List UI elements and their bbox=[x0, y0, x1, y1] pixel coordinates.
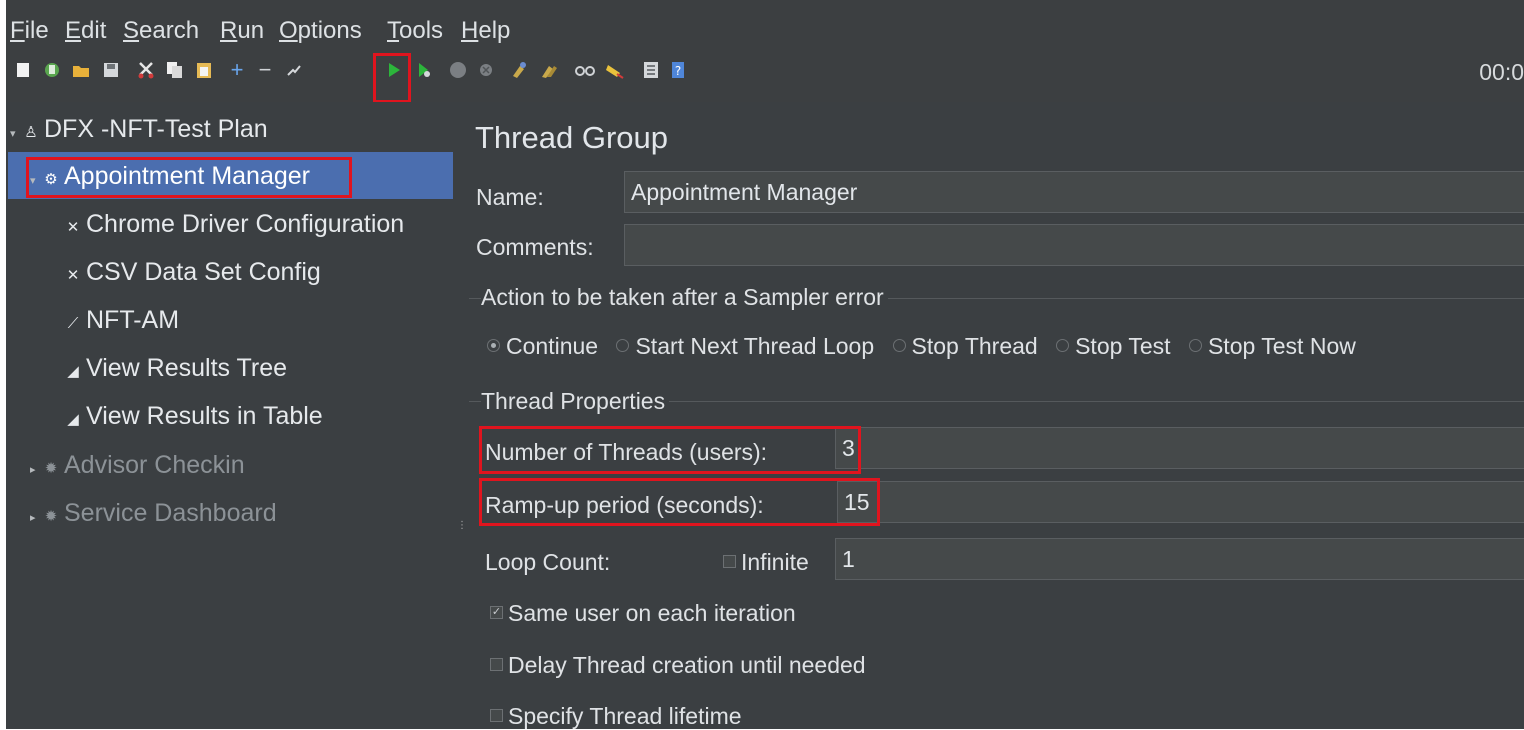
chart-icon: ◢ bbox=[67, 363, 79, 380]
loop-count-input[interactable]: 1 bbox=[835, 538, 1524, 580]
menu-bar: File Edit Search Run Options Tools Help bbox=[6, 0, 1524, 46]
wrench-icon: ✕ bbox=[66, 219, 80, 236]
panel-title: Thread Group bbox=[475, 120, 668, 155]
pencil-icon: ⟋ bbox=[67, 315, 79, 332]
error-action-radio-group: Continue Start Next Thread Loop Stop Thr… bbox=[487, 333, 1356, 360]
menu-edit[interactable]: Edit bbox=[65, 17, 106, 45]
expand-icon[interactable]: + bbox=[226, 59, 248, 81]
templates-icon[interactable] bbox=[41, 59, 63, 81]
flask-icon: ♙ bbox=[24, 124, 38, 141]
menu-run[interactable]: Run bbox=[220, 17, 264, 45]
thread-properties-title: Thread Properties bbox=[481, 388, 670, 415]
radio-selected-icon bbox=[487, 339, 500, 353]
comments-label: Comments: bbox=[476, 234, 594, 260]
paste-icon[interactable] bbox=[193, 59, 215, 81]
cut-icon[interactable] bbox=[135, 59, 157, 81]
menu-search[interactable]: Search bbox=[123, 17, 199, 45]
start-no-pauses-icon[interactable] bbox=[413, 59, 435, 81]
radio-unselected-icon bbox=[1188, 339, 1202, 353]
checkbox-unchecked-icon bbox=[490, 658, 503, 672]
tree-node-view-results-tree[interactable]: ◢ View Results Tree bbox=[64, 348, 287, 388]
toolbar: + − ? 00:0 bbox=[6, 46, 1524, 102]
thread-group-panel: Thread Group Name: Appointment Manager C… bbox=[465, 102, 1524, 729]
save-icon[interactable] bbox=[100, 59, 122, 81]
same-user-checkbox[interactable]: ✓ Same user on each iteration bbox=[490, 600, 796, 627]
name-label: Name: bbox=[476, 184, 544, 210]
radio-stop-test-now[interactable]: Stop Test Now bbox=[1188, 333, 1356, 359]
tree-node-csv-data-set[interactable]: ✕ CSV Data Set Config bbox=[64, 252, 321, 292]
menu-help[interactable]: Help bbox=[461, 17, 510, 45]
name-input[interactable]: Appointment Manager bbox=[624, 171, 1524, 213]
chart-icon: ◢ bbox=[67, 411, 79, 428]
tree-node-nft-am[interactable]: ⟋ NFT-AM bbox=[64, 300, 179, 340]
radio-stop-test[interactable]: Stop Test bbox=[1056, 333, 1171, 359]
rampup-input[interactable]: 15 bbox=[837, 481, 1524, 523]
comments-input[interactable] bbox=[624, 224, 1524, 266]
radio-stop-thread[interactable]: Stop Thread bbox=[892, 333, 1038, 359]
start-button-highlight bbox=[373, 53, 411, 103]
threads-input[interactable]: 3 bbox=[835, 427, 1524, 469]
search-icon[interactable] bbox=[574, 59, 596, 81]
checkbox-unchecked-icon bbox=[490, 709, 503, 723]
checkbox-unchecked-icon bbox=[723, 555, 736, 569]
menu-options[interactable]: Options bbox=[279, 17, 362, 45]
help-icon[interactable]: ? bbox=[667, 59, 689, 81]
clear-icon[interactable] bbox=[508, 59, 530, 81]
wrench-icon: ✕ bbox=[66, 267, 80, 284]
rampup-highlight bbox=[479, 478, 880, 526]
open-icon[interactable] bbox=[70, 59, 92, 81]
elapsed-timer: 00:0 bbox=[1479, 59, 1524, 85]
tree-node-service-dashboard[interactable]: ▸ ✹ Service Dashboard bbox=[30, 493, 277, 533]
thread-group-highlight bbox=[26, 157, 352, 198]
delay-thread-checkbox[interactable]: Delay Thread creation until needed bbox=[490, 652, 866, 679]
radio-continue[interactable]: Continue bbox=[487, 333, 598, 359]
new-icon[interactable] bbox=[12, 59, 34, 81]
checkbox-checked-icon: ✓ bbox=[490, 606, 503, 620]
radio-start-next-thread-loop[interactable]: Start Next Thread Loop bbox=[616, 333, 874, 359]
stop-icon[interactable] bbox=[447, 59, 469, 81]
function-helper-icon[interactable] bbox=[640, 59, 662, 81]
radio-unselected-icon bbox=[1056, 339, 1070, 353]
error-group-title: Action to be taken after a Sampler error bbox=[481, 284, 888, 311]
gear-icon: ✹ bbox=[44, 508, 58, 525]
menu-tools[interactable]: Tools bbox=[387, 17, 443, 45]
svg-text:?: ? bbox=[675, 64, 681, 78]
collapse-icon[interactable]: − bbox=[254, 59, 276, 81]
clear-all-icon[interactable] bbox=[538, 59, 560, 81]
reset-search-icon[interactable] bbox=[604, 59, 626, 81]
tree-node-view-results-table[interactable]: ◢ View Results in Table bbox=[64, 396, 323, 436]
toggle-icon[interactable] bbox=[283, 59, 305, 81]
loop-count-label: Loop Count: bbox=[485, 549, 611, 575]
threads-highlight bbox=[479, 426, 861, 474]
infinite-checkbox[interactable]: Infinite bbox=[723, 549, 809, 576]
jmeter-window: File Edit Search Run Options Tools Help … bbox=[6, 0, 1524, 729]
menu-file[interactable]: File bbox=[10, 17, 49, 45]
tree-node-chrome-driver-config[interactable]: ✕ Chrome Driver Configuration bbox=[64, 204, 404, 244]
radio-unselected-icon bbox=[616, 339, 630, 353]
thread-lifetime-checkbox[interactable]: Specify Thread lifetime bbox=[490, 703, 742, 730]
radio-unselected-icon bbox=[892, 339, 906, 353]
shutdown-icon[interactable] bbox=[475, 59, 497, 81]
tree-node-advisor-checkin[interactable]: ▸ ✹ Advisor Checkin bbox=[30, 445, 245, 485]
expand-arrow-icon[interactable]: ▾ bbox=[10, 114, 22, 154]
collapsed-arrow-icon[interactable]: ▸ bbox=[30, 498, 42, 538]
tree-node-test-plan[interactable]: ▾ ♙ DFX -NFT-Test Plan bbox=[10, 109, 268, 149]
collapsed-arrow-icon[interactable]: ▸ bbox=[30, 450, 42, 490]
panel-splitter[interactable]: ⋮ bbox=[453, 102, 467, 729]
gear-icon: ✹ bbox=[44, 460, 58, 477]
copy-icon[interactable] bbox=[164, 59, 186, 81]
